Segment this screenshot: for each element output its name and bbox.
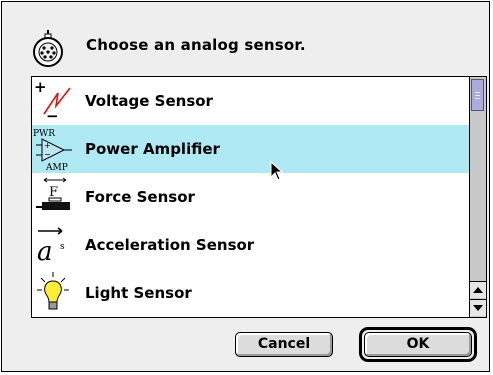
sensor-label: Power Amplifier — [85, 140, 220, 158]
list-item-acceleration-sensor[interactable]: a s Acceleration Sensor — [32, 221, 469, 269]
accel-letter: a — [37, 237, 53, 267]
accel-sub: s — [60, 242, 65, 252]
voltage-minus-glyph: − — [46, 107, 59, 124]
triangle-up-icon — [473, 287, 483, 293]
amp-bottom-text: AMP — [45, 163, 68, 172]
sensor-dialog: Choose an analog sensor. + − Voltage Sen… — [1, 1, 490, 372]
sensor-label: Voltage Sensor — [85, 92, 213, 110]
sensor-list[interactable]: + − Voltage Sensor PWR + − AMP Power Amp… — [31, 76, 487, 318]
list-item-power-amplifier[interactable]: PWR + − AMP Power Amplifier — [32, 125, 469, 173]
list-item-voltage-sensor[interactable]: + − Voltage Sensor — [32, 77, 469, 125]
amp-top-text: PWR — [33, 129, 55, 139]
voltage-icon: + − — [34, 78, 71, 124]
ok-button[interactable]: OK — [364, 332, 472, 357]
lightbulb-icon — [37, 272, 69, 310]
connector-plug-icon — [33, 30, 63, 67]
force-icon: F — [36, 177, 70, 210]
acceleration-icon: a s — [37, 227, 65, 267]
power-amplifier-icon: PWR + − AMP — [33, 129, 72, 172]
svg-text:−: − — [44, 150, 51, 159]
scroll-down-button[interactable] — [470, 299, 486, 316]
dialog-prompt: Choose an analog sensor. — [86, 36, 306, 54]
voltage-plus-glyph: + — [34, 78, 47, 96]
list-item-light-sensor[interactable]: Light Sensor — [32, 269, 469, 317]
scroll-thumb[interactable] — [471, 79, 484, 111]
scroll-up-button[interactable] — [470, 281, 486, 298]
cancel-button[interactable]: Cancel — [235, 332, 333, 357]
sensor-label: Light Sensor — [85, 284, 192, 302]
sensor-label: Force Sensor — [85, 188, 195, 206]
mouse-pointer-icon — [270, 161, 284, 181]
list-item-force-sensor[interactable]: F Force Sensor — [32, 173, 469, 221]
list-scrollbar[interactable] — [469, 77, 486, 317]
svg-text:+: + — [44, 141, 51, 150]
sensor-label: Acceleration Sensor — [85, 236, 255, 254]
triangle-down-icon — [473, 305, 483, 311]
